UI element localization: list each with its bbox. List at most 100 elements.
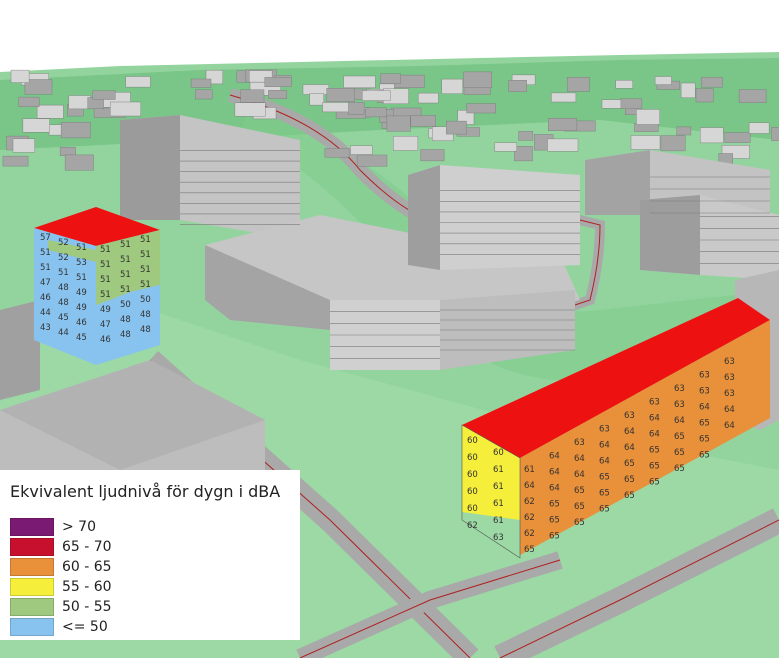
tall-building-noise-facade: 57 52 51 51 51 51 51 52 53 51 51 51 51 51 51 51 51 51 47 48…: [34, 207, 160, 365]
facade-label: 48: [140, 325, 151, 335]
facade-label: 65: [674, 464, 685, 474]
legend-swatch: [10, 578, 54, 596]
facade-label: 65: [549, 532, 560, 542]
facade-label: 50: [140, 295, 151, 305]
background-house: [620, 98, 643, 109]
legend-title: Ekvivalent ljudnivå för dygn i dBA: [10, 482, 281, 501]
facade-label: 65: [699, 435, 710, 445]
facade-label: 61: [493, 499, 504, 509]
facade-label: 51: [76, 273, 87, 283]
facade-label: 51: [100, 290, 111, 300]
facade-label: 65: [599, 489, 610, 499]
facade-label: 49: [76, 303, 87, 313]
facade-label: 60: [467, 470, 478, 480]
facade-label: 51: [140, 265, 151, 275]
background-house: [60, 122, 91, 139]
legend-label: 60 - 65: [62, 559, 112, 575]
facade-label: 51: [40, 263, 51, 273]
facade-label: 64: [724, 421, 735, 431]
facade-label: 64: [624, 427, 635, 437]
facade-label: 64: [599, 457, 610, 467]
facade-label: 63: [493, 533, 504, 543]
facade-label: 51: [58, 268, 69, 278]
facade-label: 47: [40, 278, 51, 288]
facade-label: 45: [76, 333, 87, 343]
facade-label: 65: [574, 502, 585, 512]
background-house: [309, 93, 324, 106]
legend-item: 60 - 65: [10, 557, 290, 577]
background-house: [92, 90, 116, 100]
facade-label: 64: [599, 441, 610, 451]
background-house: [771, 127, 779, 141]
facade-label: 64: [549, 468, 560, 478]
legend-item: > 70: [10, 517, 290, 537]
background-house: [567, 77, 590, 92]
facade-label: 63: [724, 389, 735, 399]
background-house: [264, 77, 292, 88]
facade-label: 49: [100, 305, 111, 315]
facade-label: 60: [467, 436, 478, 446]
legend-swatch: [10, 618, 54, 636]
facade-label: 60: [493, 448, 504, 458]
facade-label: 61: [493, 482, 504, 492]
background-house: [10, 69, 30, 83]
background-house: [350, 145, 373, 155]
background-house: [466, 103, 496, 114]
background-house: [514, 146, 533, 162]
facade-label: 52: [58, 253, 69, 263]
legend-label: <= 50: [62, 619, 108, 635]
background-house: [695, 88, 714, 103]
background-house: [365, 107, 387, 118]
facade-label: 63: [649, 398, 660, 408]
background-house: [322, 102, 352, 113]
facade-label: 53: [76, 258, 87, 268]
background-house: [410, 115, 436, 127]
facade-label: 61: [493, 516, 504, 526]
facade-label: 64: [724, 405, 735, 415]
background-house: [194, 89, 213, 100]
facade-label: 65: [624, 491, 635, 501]
facade-label: 63: [599, 425, 610, 435]
facade-label: 63: [724, 357, 735, 367]
background-house: [18, 96, 40, 107]
background-house: [701, 77, 723, 88]
background-house: [2, 155, 29, 167]
background-house: [326, 87, 355, 102]
facade-label: 64: [574, 470, 585, 480]
facade-label: 64: [699, 403, 710, 413]
facade-label: 48: [58, 283, 69, 293]
facade-label: 62: [524, 497, 535, 507]
facade-label: 65: [549, 500, 560, 510]
background-house: [724, 132, 751, 143]
background-house: [547, 138, 579, 152]
background-house: [268, 90, 287, 99]
background-house: [240, 89, 265, 103]
facade-label: 65: [649, 446, 660, 456]
facade-label: 64: [574, 454, 585, 464]
facade-label: 60: [467, 504, 478, 514]
facade-label: 63: [699, 387, 710, 397]
background-house: [680, 82, 696, 98]
facade-label: 60: [467, 487, 478, 497]
background-house: [68, 95, 91, 110]
background-house: [234, 102, 266, 117]
facade-label: 63: [674, 384, 685, 394]
facade-label: 64: [649, 430, 660, 440]
facade-label: 65: [624, 475, 635, 485]
facade-label: 51: [40, 248, 51, 258]
legend-swatch: [10, 538, 54, 556]
legend-rows: > 70 65 - 70 60 - 65 55 - 60 50 - 55 <= 50: [10, 517, 290, 637]
facade-label: 65: [624, 459, 635, 469]
background-house: [22, 118, 50, 133]
facade-label: 65: [574, 518, 585, 528]
facade-label: 52: [58, 238, 69, 248]
facade-label: 51: [120, 255, 131, 265]
facade-label: 49: [76, 288, 87, 298]
facade-label: 62: [524, 529, 535, 539]
facade-label: 65: [599, 505, 610, 515]
background-house: [380, 73, 401, 84]
legend-label: 50 - 55: [62, 599, 112, 615]
facade-label: 51: [100, 275, 111, 285]
facade-label: 46: [76, 318, 87, 328]
background-house: [548, 118, 578, 132]
